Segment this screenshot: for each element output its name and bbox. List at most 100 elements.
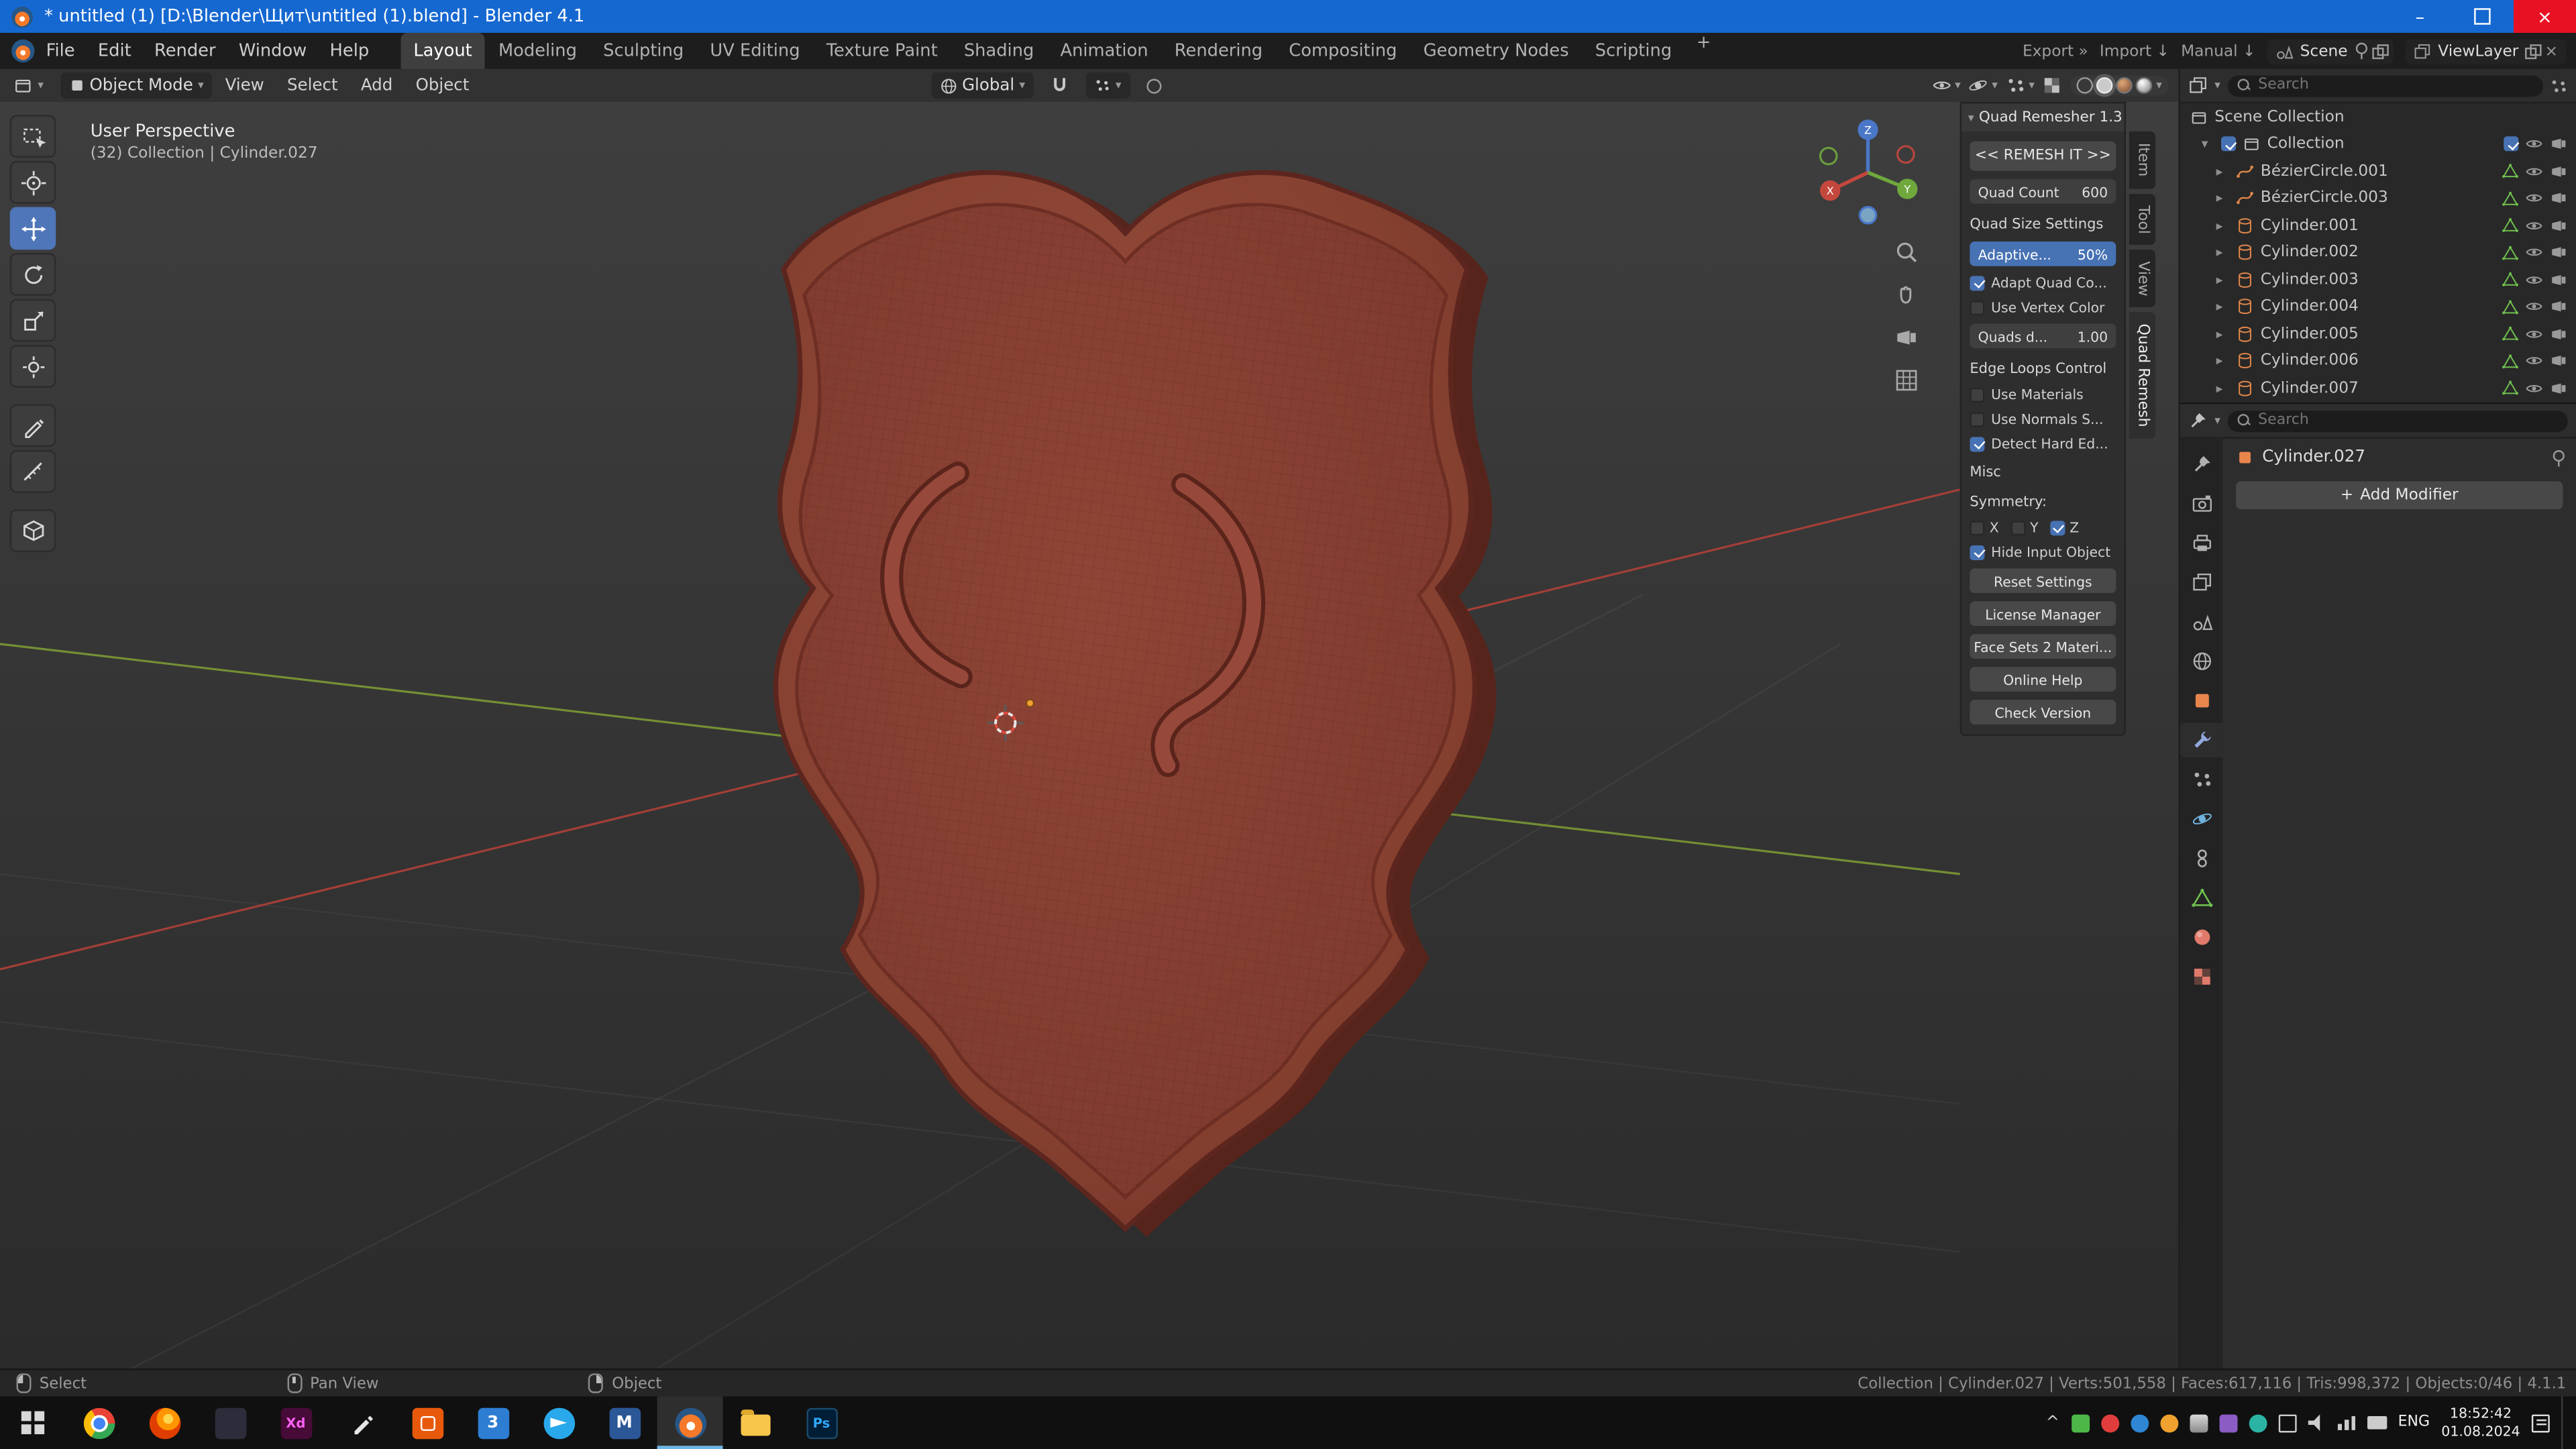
select-box-tool[interactable] xyxy=(9,115,56,158)
hide-eye-icon[interactable] xyxy=(2525,352,2543,370)
outliner-search-input[interactable] xyxy=(2258,77,2534,94)
new-scene-icon[interactable] xyxy=(2372,44,2388,60)
measure-tool[interactable] xyxy=(9,450,56,493)
tab-texture[interactable] xyxy=(2180,959,2223,994)
tab-physics[interactable] xyxy=(2180,802,2223,836)
render-visibility-icon[interactable] xyxy=(2550,352,2568,370)
expand-chevron-icon[interactable]: ▸ xyxy=(2216,299,2230,314)
outliner-row-cylinder-002[interactable]: ▸ Cylinder.002 xyxy=(2180,239,2576,266)
rotate-tool[interactable] xyxy=(9,253,56,296)
gizmo-neg-y-ball[interactable] xyxy=(1819,146,1838,166)
outliner-row-collection[interactable]: ▾ Collection xyxy=(2180,131,2576,158)
expand-chevron-icon[interactable]: ▸ xyxy=(2216,272,2230,287)
transform-orientation-dropdown[interactable]: Global ▾ xyxy=(930,72,1034,99)
properties-search[interactable] xyxy=(2226,410,2568,431)
pan-hand-icon[interactable] xyxy=(1891,279,1921,309)
orange-status-icon[interactable] xyxy=(2159,1413,2178,1432)
quad-remesher-panel-header[interactable]: ▾ Quad Remesher 1.3 xyxy=(1962,103,2125,131)
render-visibility-icon[interactable] xyxy=(2550,135,2568,153)
toggle-orthographic-icon[interactable] xyxy=(1891,365,1921,394)
tab-output[interactable] xyxy=(2180,526,2223,560)
menu-view[interactable]: View xyxy=(215,76,274,95)
outliner-row-cylinder-007[interactable]: ▸ Cylinder.007 xyxy=(2180,374,2576,401)
taskbar-mail[interactable]: M xyxy=(592,1397,657,1449)
add-workspace-button[interactable]: + xyxy=(1685,33,1723,69)
menu-file[interactable]: File xyxy=(34,41,86,60)
navigation-gizmo[interactable]: Z X Y xyxy=(1804,109,1932,237)
network-icon[interactable] xyxy=(2337,1415,2355,1430)
cloud-app-icon[interactable] xyxy=(2189,1413,2208,1432)
visibility-dropdown[interactable]: ▾ xyxy=(1932,76,1961,95)
outliner-row-beziercircle-001[interactable]: ▸ BézierCircle.001 xyxy=(2180,158,2576,184)
tab-modifiers[interactable] xyxy=(2180,722,2223,757)
tab-scene[interactable] xyxy=(2180,604,2223,639)
import-button[interactable]: Import ↓ xyxy=(2100,42,2169,60)
viewlayer-selector[interactable]: ViewLayer × xyxy=(2405,38,2567,64)
taskbar-3d-app[interactable]: 3 xyxy=(460,1397,526,1449)
remesh-button[interactable]: << REMESH IT >> xyxy=(1970,141,2116,171)
red-status-icon[interactable] xyxy=(2100,1413,2119,1432)
teal-app-icon[interactable] xyxy=(2248,1413,2267,1432)
online-help-button[interactable]: Online Help xyxy=(1970,667,2116,692)
outliner-editor-icon[interactable] xyxy=(2188,76,2208,95)
taskbar-orange-app[interactable] xyxy=(394,1397,460,1449)
green-shield-icon[interactable] xyxy=(2071,1413,2090,1432)
tab-tool[interactable]: Tool xyxy=(2129,193,2156,245)
mode-dropdown[interactable]: Object Mode ▾ xyxy=(60,72,212,99)
shading-wireframe-icon[interactable] xyxy=(2077,77,2094,94)
editor-type-button[interactable]: ▾ xyxy=(5,72,52,99)
checkbox-checked-icon[interactable] xyxy=(2049,520,2065,535)
tab-item[interactable]: Item xyxy=(2129,131,2156,189)
shading-rendered-icon[interactable] xyxy=(2136,77,2153,94)
menu-help[interactable]: Help xyxy=(318,41,380,60)
expand-chevron-icon[interactable]: ▸ xyxy=(2216,354,2230,368)
workspace-tab-modeling[interactable]: Modeling xyxy=(485,33,590,69)
taskbar-blender-active[interactable] xyxy=(657,1396,723,1449)
adapt-quad-count-checkbox[interactable]: Adapt Quad Co... xyxy=(1970,274,2116,290)
tab-view[interactable]: View xyxy=(2129,250,2156,308)
properties-editor-icon[interactable] xyxy=(2188,411,2208,430)
expand-chevron-icon[interactable]: ▸ xyxy=(2216,246,2230,260)
symmetry-z-checkbox[interactable]: Z xyxy=(2049,519,2079,535)
render-visibility-icon[interactable] xyxy=(2550,325,2568,343)
detect-hard-edges-checkbox[interactable]: Detect Hard Ed... xyxy=(1970,435,2116,451)
action-center-icon[interactable] xyxy=(2531,1413,2550,1432)
outliner-row-cylinder-006[interactable]: ▸ Cylinder.006 xyxy=(2180,347,2576,374)
render-visibility-icon[interactable] xyxy=(2550,189,2568,207)
render-visibility-icon[interactable] xyxy=(2550,162,2568,180)
workspace-tab-shading[interactable]: Shading xyxy=(951,33,1047,69)
hide-eye-icon[interactable] xyxy=(2525,379,2543,397)
overlays-dropdown[interactable]: ▾ xyxy=(2006,76,2035,95)
tab-constraints[interactable] xyxy=(2180,841,2223,875)
license-manager-button[interactable]: License Manager xyxy=(1970,601,2116,627)
hide-eye-icon[interactable] xyxy=(2525,135,2543,153)
expand-chevron-icon[interactable]: ▸ xyxy=(2216,381,2230,396)
filter-icon[interactable] xyxy=(2550,76,2568,95)
outliner-row-scene-collection[interactable]: Scene Collection xyxy=(2180,103,2576,130)
workspace-tab-uv-editing[interactable]: UV Editing xyxy=(697,33,813,69)
checkbox-checked-icon[interactable] xyxy=(1970,544,1985,559)
checkbox-checked-icon[interactable] xyxy=(1970,436,1985,451)
snap-toggle[interactable] xyxy=(1042,72,1078,99)
reset-settings-button[interactable]: Reset Settings xyxy=(1970,568,2116,594)
outliner-row-cylinder-004[interactable]: ▸ Cylinder.004 xyxy=(2180,293,2576,320)
face-sets-button[interactable]: Face Sets 2 Materi... xyxy=(1970,634,2116,659)
render-visibility-icon[interactable] xyxy=(2550,270,2568,288)
menu-window[interactable]: Window xyxy=(227,41,319,60)
camera-view-icon[interactable] xyxy=(1891,322,1921,352)
workspace-tab-scripting[interactable]: Scripting xyxy=(1582,33,1685,69)
purple-app-icon[interactable] xyxy=(2218,1413,2237,1432)
render-visibility-icon[interactable] xyxy=(2550,298,2568,316)
tab-particles[interactable] xyxy=(2180,762,2223,796)
maximize-button[interactable] xyxy=(2451,0,2514,33)
remove-viewlayer-icon[interactable]: × xyxy=(2545,42,2559,60)
outliner-search[interactable] xyxy=(2226,74,2544,97)
chevron-down-icon[interactable]: ▾ xyxy=(2214,414,2220,427)
gizmo-neg-z-ball[interactable] xyxy=(1858,205,1878,225)
gizmos-dropdown[interactable]: ▾ xyxy=(1969,76,1998,95)
checkbox-unchecked-icon[interactable] xyxy=(1970,386,1985,402)
shading-material-icon[interactable] xyxy=(2116,77,2133,94)
hide-eye-icon[interactable] xyxy=(2525,244,2543,262)
checkbox-checked-icon[interactable] xyxy=(1970,275,1985,290)
symmetry-x-checkbox[interactable]: X xyxy=(1970,519,1999,535)
